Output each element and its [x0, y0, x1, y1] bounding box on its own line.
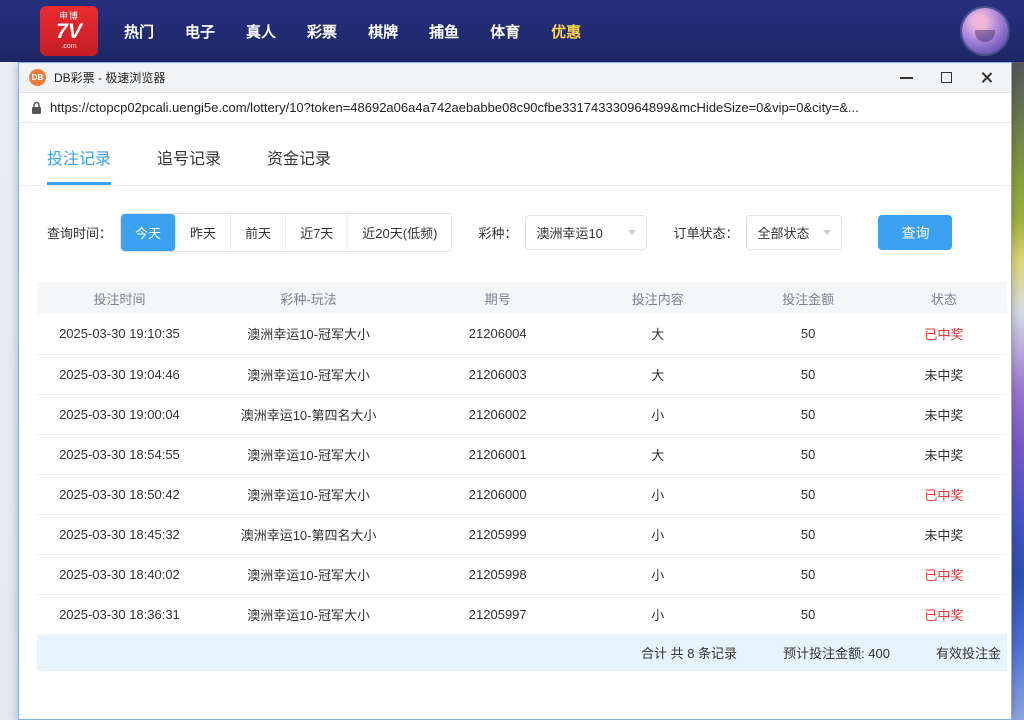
time-filter-20days[interactable]: 近20天(低频): [348, 214, 451, 251]
url-text: https://ctopcp02pcali.uengi5e.com/lotter…: [50, 100, 859, 115]
time-filter-yesterday[interactable]: 昨天: [176, 214, 231, 251]
header-play: 彩种-玩法: [202, 282, 415, 314]
tab-bar: 投注记录 追号记录 资金记录: [19, 123, 1011, 186]
time-filter-group: 今天 昨天 前天 近7天 近20天(低频): [120, 213, 452, 252]
nav-item-sports[interactable]: 体育: [490, 21, 520, 42]
tab-fund-records[interactable]: 资金记录: [267, 145, 331, 185]
summary-total: 合计 共 8 条记录: [641, 643, 737, 662]
summary-expected: 预计投注金额: 400: [783, 643, 890, 662]
nav-item-slots[interactable]: 电子: [185, 21, 215, 42]
nav-item-live[interactable]: 真人: [246, 21, 276, 42]
user-avatar[interactable]: [962, 8, 1008, 54]
page-content: 投注记录 追号记录 资金记录 查询时间： 今天 昨天 前天 近7天 近20天(低…: [19, 123, 1011, 719]
site-logo[interactable]: 申博 7V .com: [40, 6, 98, 56]
header-bet-content: 投注内容: [580, 282, 735, 314]
desktop-wallpaper-strip: [1010, 62, 1024, 720]
time-filter-daybefore[interactable]: 前天: [231, 214, 286, 251]
nav-item-fishing[interactable]: 捕鱼: [429, 21, 459, 42]
status-badge: 未中奖: [881, 434, 1007, 474]
lottery-select-label: 彩种：: [478, 223, 517, 242]
filter-bar: 查询时间： 今天 昨天 前天 近7天 近20天(低频) 彩种： 澳洲幸运10 订…: [47, 213, 991, 252]
table-header-row: 投注时间 彩种-玩法 期号 投注内容 投注金额 状态: [37, 282, 1007, 314]
nav-item-lottery[interactable]: 彩票: [307, 21, 337, 42]
time-filter-label: 查询时间：: [47, 223, 112, 242]
header-issue: 期号: [415, 282, 580, 314]
window-title: DB彩票 - 极速浏览器: [54, 69, 165, 86]
browser-urlbar[interactable]: https://ctopcp02pcali.uengi5e.com/lotter…: [19, 93, 1011, 123]
summary-bar: 合计 共 8 条记录 预计投注金额: 400 有效投注金: [37, 635, 1007, 671]
tab-chase-records[interactable]: 追号记录: [157, 145, 221, 185]
table-row: 2025-03-30 18:36:31 澳洲幸运10-冠军大小 21205997…: [37, 594, 1007, 634]
close-icon[interactable]: [980, 71, 993, 84]
header-bet-time: 投注时间: [37, 282, 202, 314]
status-badge: 已中奖: [881, 554, 1007, 594]
time-filter-7days[interactable]: 近7天: [286, 214, 348, 251]
order-status-label: 订单状态：: [673, 223, 738, 242]
query-button[interactable]: 查询: [878, 215, 952, 250]
minimize-icon[interactable]: [900, 77, 913, 79]
lottery-select[interactable]: 澳洲幸运10: [525, 215, 647, 250]
status-badge: 未中奖: [881, 354, 1007, 394]
status-badge: 未中奖: [881, 394, 1007, 434]
table-row: 2025-03-30 18:45:32 澳洲幸运10-第四名大小 2120599…: [37, 514, 1007, 554]
logo-sub-text: .com: [61, 43, 76, 50]
table-row: 2025-03-30 19:00:04 澳洲幸运10-第四名大小 2120600…: [37, 394, 1007, 434]
table-row: 2025-03-30 18:50:42 澳洲幸运10-冠军大小 21206000…: [37, 474, 1007, 514]
site-favicon-icon: DB: [29, 69, 46, 86]
header-status: 状态: [881, 282, 1007, 314]
browser-window: DB DB彩票 - 极速浏览器 https://ctopcp02pcali.ue…: [18, 62, 1012, 720]
window-controls: [900, 71, 1001, 84]
table-row: 2025-03-30 18:54:55 澳洲幸运10-冠军大小 21206001…: [37, 434, 1007, 474]
main-nav: 热门 电子 真人 彩票 棋牌 捕鱼 体育 优惠: [124, 21, 581, 42]
lottery-select-value: 澳洲幸运10: [536, 223, 602, 242]
status-badge: 已中奖: [881, 594, 1007, 634]
bet-records-table: 投注时间 彩种-玩法 期号 投注内容 投注金额 状态 2025-03-30 19…: [37, 282, 1007, 671]
maximize-icon[interactable]: [941, 72, 952, 83]
summary-valid: 有效投注金: [936, 643, 1001, 662]
status-badge: 已中奖: [881, 314, 1007, 354]
order-status-value: 全部状态: [757, 223, 809, 242]
table-row: 2025-03-30 18:40:02 澳洲幸运10-冠军大小 21205998…: [37, 554, 1007, 594]
lock-icon: [31, 101, 42, 115]
nav-item-promo[interactable]: 优惠: [551, 21, 581, 42]
status-badge: 未中奖: [881, 514, 1007, 554]
logo-main-text: 7V: [56, 21, 82, 43]
chevron-down-icon: [823, 230, 831, 235]
header-bet-amount: 投注金额: [735, 282, 881, 314]
time-filter-today[interactable]: 今天: [121, 214, 176, 251]
tab-bet-records[interactable]: 投注记录: [47, 145, 111, 185]
chevron-down-icon: [628, 230, 636, 235]
table-row: 2025-03-30 19:10:35 澳洲幸运10-冠军大小 21206004…: [37, 314, 1007, 354]
nav-item-hot[interactable]: 热门: [124, 21, 154, 42]
table-row: 2025-03-30 19:04:46 澳洲幸运10-冠军大小 21206003…: [37, 354, 1007, 394]
site-navbar: 申博 7V .com 热门 电子 真人 彩票 棋牌 捕鱼 体育 优惠: [0, 0, 1024, 62]
status-badge: 已中奖: [881, 474, 1007, 514]
desktop: 申博 7V .com 热门 电子 真人 彩票 棋牌 捕鱼 体育 优惠 DB DB…: [0, 0, 1024, 720]
nav-item-chess[interactable]: 棋牌: [368, 21, 398, 42]
browser-titlebar[interactable]: DB DB彩票 - 极速浏览器: [19, 63, 1011, 93]
order-status-select[interactable]: 全部状态: [746, 215, 842, 250]
